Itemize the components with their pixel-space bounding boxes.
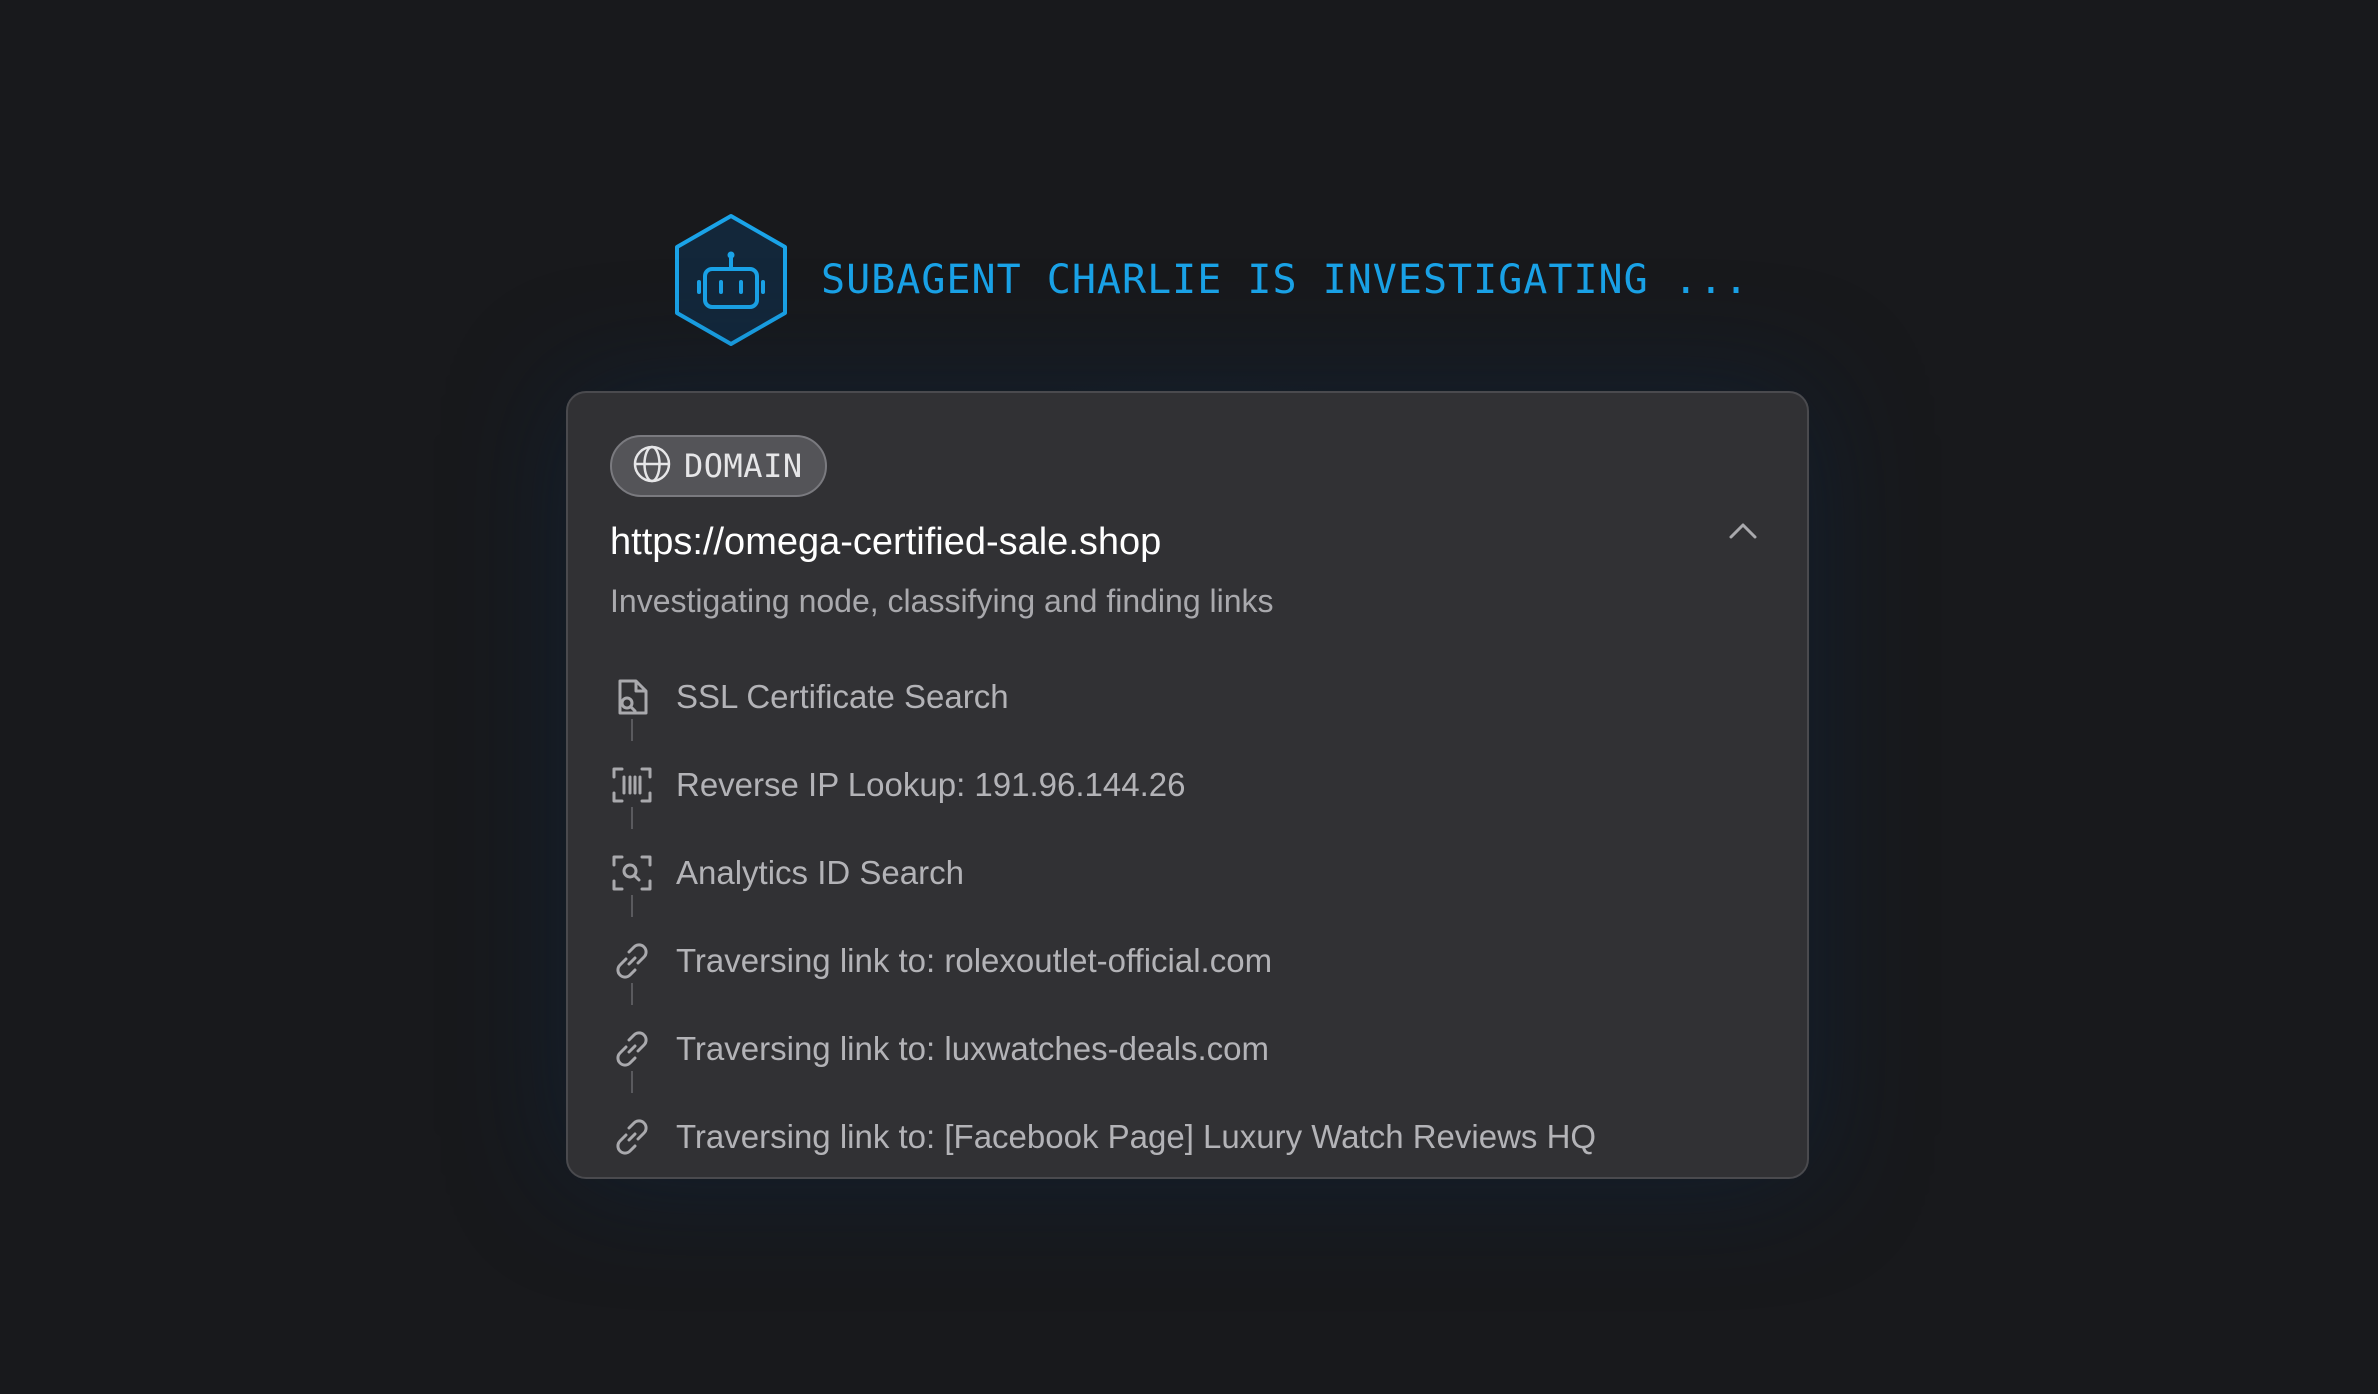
step-item: Reverse IP Lookup: 191.96.144.26	[610, 741, 1760, 829]
scan-search-icon	[610, 851, 654, 895]
link-icon	[610, 1027, 654, 1071]
globe-icon	[632, 444, 672, 489]
domain-url: https://omega-certified-sale.shop	[610, 521, 1162, 563]
step-item: Traversing link to: rolexoutlet-official…	[610, 917, 1760, 1005]
step-label: Traversing link to: luxwatches-deals.com	[676, 1030, 1270, 1067]
collapse-button[interactable]	[1723, 513, 1763, 553]
link-icon	[610, 939, 654, 983]
chevron-up-icon	[1727, 521, 1759, 546]
barcode-scan-icon	[610, 763, 654, 807]
step-label: SSL Certificate Search	[676, 678, 1009, 715]
step-item: Analytics ID Search	[610, 829, 1760, 917]
file-search-icon	[610, 675, 654, 719]
step-label: Analytics ID Search	[676, 854, 964, 891]
robot-icon	[671, 212, 791, 348]
step-label: Traversing link to: rolexoutlet-official…	[676, 942, 1273, 979]
stage: SUBAGENT CHARLIE IS INVESTIGATING ... DO…	[0, 0, 2378, 1394]
step-connector	[631, 807, 633, 829]
step-label: Traversing link to: [Facebook Page] Luxu…	[676, 1118, 1597, 1155]
step-label: Reverse IP Lookup: 191.96.144.26	[676, 766, 1186, 803]
step-list: SSL Certificate Search Reverse IP Lookup…	[610, 653, 1760, 1181]
step-connector	[631, 895, 633, 917]
badge-label: DOMAIN	[684, 447, 803, 485]
step-connector	[631, 1071, 633, 1093]
investigation-card: DOMAIN https://omega-certified-sale.shop…	[566, 391, 1809, 1179]
agent-header: SUBAGENT CHARLIE IS INVESTIGATING ...	[671, 212, 1749, 348]
card-subtitle: Investigating node, classifying and find…	[610, 583, 1274, 619]
step-connector	[631, 983, 633, 1005]
step-item: Traversing link to: luxwatches-deals.com	[610, 1005, 1760, 1093]
link-icon	[610, 1115, 654, 1159]
step-item: SSL Certificate Search	[610, 653, 1760, 741]
agent-status-text: SUBAGENT CHARLIE IS INVESTIGATING ...	[821, 257, 1750, 303]
step-item: Traversing link to: [Facebook Page] Luxu…	[610, 1093, 1760, 1181]
step-connector	[631, 719, 633, 741]
domain-badge: DOMAIN	[610, 435, 827, 497]
